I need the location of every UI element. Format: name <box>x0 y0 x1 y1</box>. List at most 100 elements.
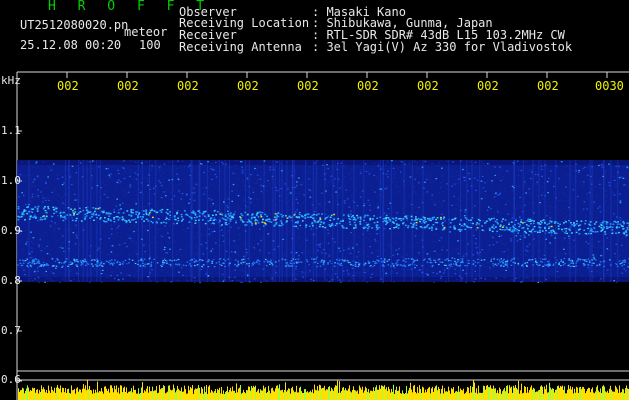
amplitude-bar <box>88 389 89 400</box>
noise-speck <box>355 188 357 190</box>
carrier-speck <box>550 231 553 234</box>
noise-speck <box>193 187 195 189</box>
carrier-speck <box>623 222 625 224</box>
noise-speck <box>501 253 503 255</box>
noise-speck <box>606 261 608 263</box>
carrier-speck <box>26 212 29 215</box>
amplitude-bar <box>271 388 272 400</box>
amplitude-bar <box>445 391 446 400</box>
amplitude-bar <box>103 393 104 400</box>
noise-speck <box>351 224 354 226</box>
noise-speck <box>165 188 168 190</box>
noise-speck <box>204 190 207 192</box>
secondary-trace-speck <box>457 259 459 261</box>
carrier-speck <box>561 228 563 231</box>
noise-speck <box>250 202 252 204</box>
noise-speck <box>325 234 327 236</box>
amplitude-bar <box>339 381 340 400</box>
amplitude-bar <box>270 393 271 400</box>
noise-speck <box>208 234 210 236</box>
noise-speck <box>468 178 471 180</box>
vertical-streak <box>589 160 591 282</box>
amplitude-bar <box>45 392 46 400</box>
noise-speck <box>488 163 490 165</box>
secondary-trace-speck <box>498 259 501 261</box>
noise-speck <box>410 214 412 216</box>
noise-speck <box>370 240 372 242</box>
noise-speck <box>553 185 555 187</box>
noise-speck <box>419 254 421 256</box>
carrier-speck <box>385 223 387 226</box>
noise-speck <box>395 181 398 183</box>
vertical-streak <box>538 160 540 282</box>
noise-speck <box>564 218 566 220</box>
amplitude-bar <box>322 388 323 400</box>
noise-speck <box>290 251 293 253</box>
amplitude-bar <box>173 384 174 400</box>
secondary-trace-speck <box>340 262 342 264</box>
vertical-streak <box>65 160 66 282</box>
secondary-trace-speck <box>623 264 626 266</box>
amplitude-bar <box>443 393 444 400</box>
noise-speck <box>325 190 327 192</box>
noise-speck <box>577 171 580 173</box>
noise-speck <box>334 160 336 163</box>
noise-speck <box>443 200 446 202</box>
amplitude-bar <box>180 390 181 400</box>
amplitude-bar <box>110 385 111 400</box>
noise-speck <box>325 168 328 170</box>
carrier-speck <box>300 215 303 217</box>
noise-speck <box>19 266 22 268</box>
vertical-streak <box>263 160 265 282</box>
amplitude-bar <box>192 385 193 400</box>
noise-speck <box>377 206 379 208</box>
secondary-trace-speck <box>175 263 177 265</box>
amplitude-bar <box>194 389 195 400</box>
noise-speck <box>504 277 506 279</box>
carrier-speck <box>518 229 520 232</box>
amplitude-bar <box>201 387 202 400</box>
noise-speck <box>296 209 298 211</box>
carrier-speck <box>213 210 216 212</box>
secondary-trace-speck <box>506 263 508 265</box>
amplitude-bar <box>604 386 605 400</box>
noise-speck <box>406 268 409 270</box>
noise-speck <box>445 262 447 264</box>
noise-speck <box>225 166 228 168</box>
noise-speck <box>492 244 495 246</box>
vertical-streak <box>522 160 524 282</box>
amplitude-bar <box>344 390 345 400</box>
carrier-speck <box>571 232 573 234</box>
carrier-speck <box>612 223 615 225</box>
carrier-speck <box>476 222 478 224</box>
noise-speck <box>42 201 44 203</box>
carrier-speck <box>142 213 145 216</box>
noise-speck <box>530 232 533 234</box>
noise-speck <box>433 249 435 252</box>
noise-speck <box>347 198 349 200</box>
amplitude-bar <box>277 385 278 400</box>
amplitude-bar <box>610 385 611 400</box>
carrier-speck <box>387 217 390 219</box>
noise-speck <box>598 183 601 185</box>
amplitude-bar <box>567 389 568 400</box>
noise-speck <box>618 165 620 167</box>
noise-speck <box>442 174 444 177</box>
amplitude-bar <box>412 392 413 400</box>
noise-speck <box>75 224 77 226</box>
noise-speck <box>36 192 39 194</box>
amplitude-bar <box>144 390 145 400</box>
amplitude-bar <box>225 392 226 400</box>
noise-speck <box>168 224 171 226</box>
amplitude-bar <box>340 392 341 400</box>
amplitude-bar <box>238 388 239 400</box>
amplitude-bar <box>76 388 77 400</box>
noise-speck <box>545 279 548 281</box>
noise-speck <box>23 269 25 271</box>
carrier-speck <box>395 219 397 222</box>
amplitude-bar <box>82 388 83 400</box>
carrier-speck <box>102 220 105 222</box>
noise-speck <box>619 219 622 221</box>
secondary-trace-speck <box>452 263 455 265</box>
amplitude-bar <box>196 388 197 400</box>
